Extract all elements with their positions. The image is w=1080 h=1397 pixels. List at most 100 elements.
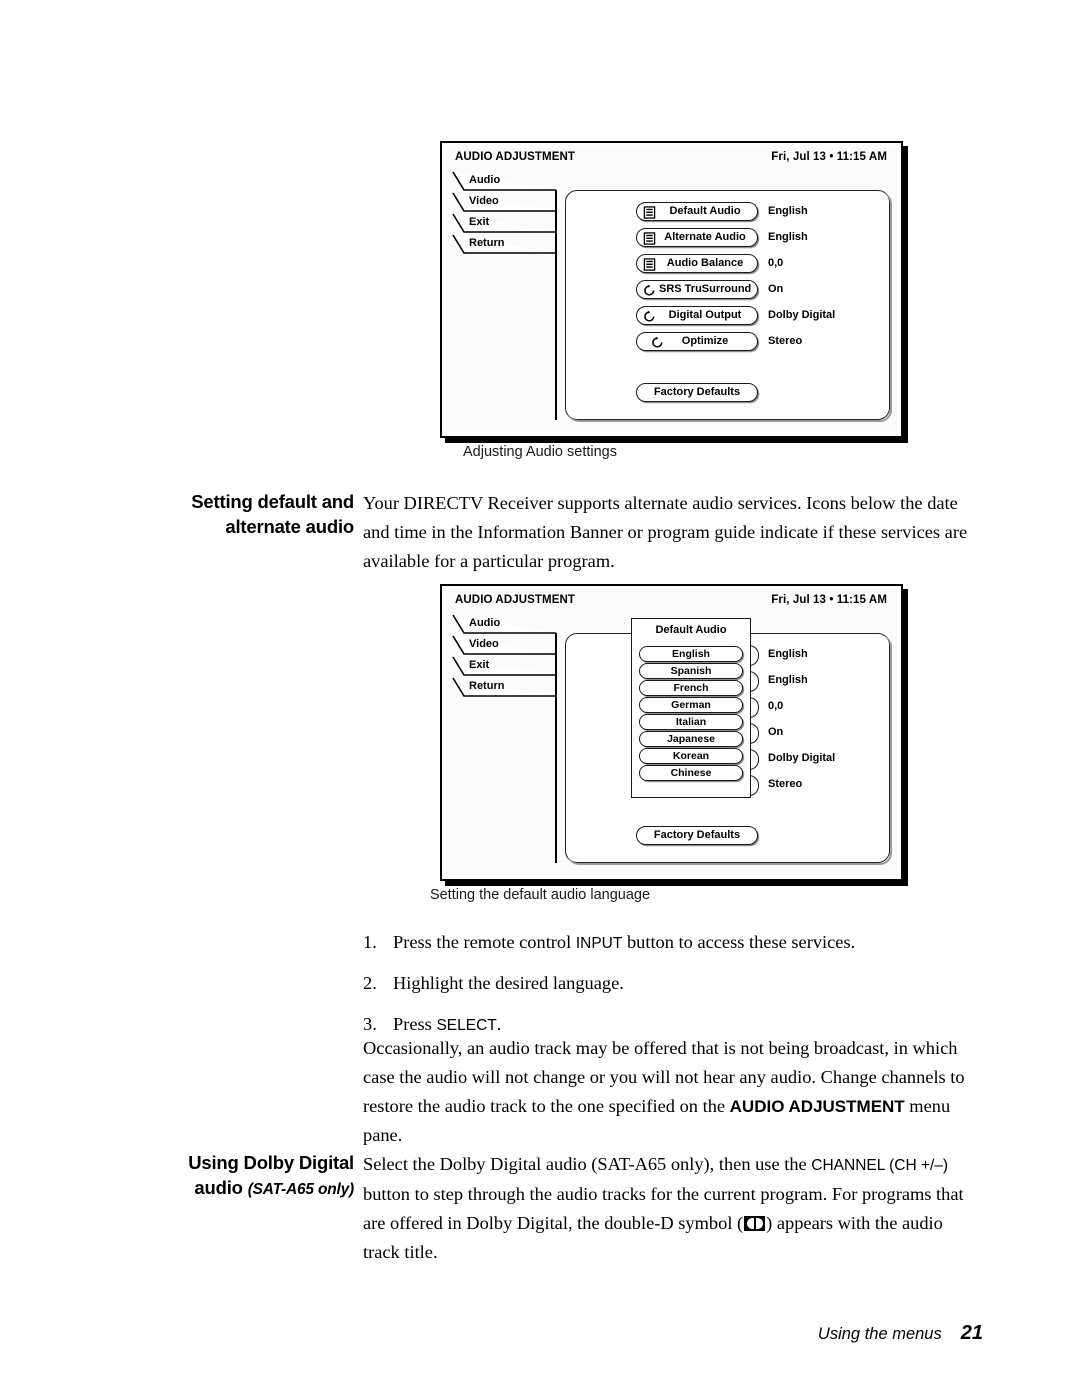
list-item: 2. Highlight the desired language. xyxy=(363,969,983,999)
dropdown-option-italian[interactable]: Italian xyxy=(639,714,743,730)
para-key-channel: CHANNEL (CH +/–) xyxy=(811,1157,949,1174)
dropdown-option-label: Chinese xyxy=(670,767,712,779)
screen-title: AUDIO ADJUSTMENT xyxy=(455,151,576,163)
note-paragraph: Occasionally, an audio track may be offe… xyxy=(363,1034,983,1150)
step-key: SELECT xyxy=(436,1017,497,1034)
setting-button-label: Optimize xyxy=(681,335,729,347)
factory-defaults-label: Factory Defaults xyxy=(653,829,741,841)
setting-button-label: Alternate Audio xyxy=(664,231,746,243)
heading-line-2-note: (SAT-A65 only) xyxy=(247,1181,354,1198)
factory-defaults-button[interactable]: Factory Defaults xyxy=(636,383,758,402)
heading-line-2: audio xyxy=(194,1177,243,1198)
tab-column-divider xyxy=(555,190,557,420)
setting-value-audio-balance: 0,0 xyxy=(768,257,784,269)
dropdown-option-label: French xyxy=(673,682,709,694)
tab-exit[interactable]: Exit xyxy=(452,213,556,233)
setting-value-optimize: Stereo xyxy=(768,778,803,790)
tab-shape-icon xyxy=(452,192,556,212)
setting-button-alternate-audio[interactable]: Alternate Audio xyxy=(636,228,758,247)
setting-value-alternate-audio: English xyxy=(768,674,808,686)
para-part-1: Select the Dolby Digital audio (SAT-A65 … xyxy=(363,1154,812,1174)
steps-list: 1. Press the remote control INPUT button … xyxy=(363,928,983,1051)
step-key: INPUT xyxy=(575,935,623,952)
note-text-bold: AUDIO ADJUSTMENT xyxy=(729,1097,905,1116)
audio-adjustment-screen-2: AUDIO ADJUSTMENT Fri, Jul 13 • 11:15 AM … xyxy=(440,584,903,881)
page-footer: Using the menus 21 xyxy=(818,1322,983,1345)
tab-label: Video xyxy=(469,638,499,650)
heading-line-1: Setting default and xyxy=(191,491,354,512)
tab-label: Exit xyxy=(469,659,490,671)
tab-shape-icon xyxy=(452,635,556,655)
screen-datetime: Fri, Jul 13 • 11:15 AM xyxy=(771,151,887,163)
setting-value-alternate-audio: English xyxy=(768,231,808,243)
dropdown-option-label: Spanish xyxy=(670,665,712,677)
tab-label: Audio xyxy=(469,617,501,629)
tab-column-divider xyxy=(555,633,557,863)
setting-button-optimize[interactable]: Optimize xyxy=(636,332,758,351)
menu-tab-list-2: Audio Video Exit Return xyxy=(452,614,556,698)
tab-label: Audio xyxy=(469,174,501,186)
heading-line-2: alternate audio xyxy=(225,516,354,537)
dropdown-option-french[interactable]: French xyxy=(639,680,743,696)
setting-value-srs-trusurround: On xyxy=(768,283,784,295)
tab-return[interactable]: Return xyxy=(452,677,556,697)
setting-button-label: SRS TruSurround xyxy=(659,283,752,295)
step-text-pre: Press xyxy=(393,1014,437,1034)
default-audio-language-dropdown[interactable]: Default Audio English Spanish French Ger… xyxy=(631,618,751,798)
figure-1-caption: Adjusting Audio settings xyxy=(463,444,617,460)
factory-defaults-button[interactable]: Factory Defaults xyxy=(636,826,758,845)
tab-return[interactable]: Return xyxy=(452,234,556,254)
dropdown-option-label: German xyxy=(671,699,711,711)
section-2-paragraph: Select the Dolby Digital audio (SAT-A65 … xyxy=(363,1150,983,1267)
section-1-paragraph: Your DIRECTV Receiver supports alternate… xyxy=(363,493,968,571)
setting-value-digital-output: Dolby Digital xyxy=(768,752,836,764)
dropdown-option-japanese[interactable]: Japanese xyxy=(639,731,743,747)
setting-value-srs-trusurround: On xyxy=(768,726,784,738)
tab-audio[interactable]: Audio xyxy=(452,614,556,634)
screen-inner-bezel: AUDIO ADJUSTMENT Fri, Jul 13 • 11:15 AM … xyxy=(446,590,897,875)
setting-button-label: Digital Output xyxy=(668,309,742,321)
footer-label: Using the menus xyxy=(817,1325,942,1343)
step-text-post: . xyxy=(496,1014,502,1034)
dropdown-option-label: Italian xyxy=(675,716,707,728)
tab-shape-icon xyxy=(452,171,556,191)
setting-value-optimize: Stereo xyxy=(768,335,803,347)
screen-titlebar-2: AUDIO ADJUSTMENT Fri, Jul 13 • 11:15 AM xyxy=(446,590,897,612)
dropdown-option-german[interactable]: German xyxy=(639,697,743,713)
tab-label: Return xyxy=(469,237,505,249)
setting-value-digital-output: Dolby Digital xyxy=(768,309,836,321)
tab-shape-icon xyxy=(452,213,556,233)
dropdown-option-chinese[interactable]: Chinese xyxy=(639,765,743,781)
page-number: 21 xyxy=(960,1322,983,1344)
tab-audio[interactable]: Audio xyxy=(452,171,556,191)
setting-button-digital-output[interactable]: Digital Output xyxy=(636,306,758,325)
factory-defaults-label: Factory Defaults xyxy=(653,386,741,398)
tab-label: Exit xyxy=(469,216,490,228)
setting-button-audio-balance[interactable]: Audio Balance xyxy=(636,254,758,273)
setting-button-default-audio[interactable]: Default Audio xyxy=(636,202,758,221)
screen-title: AUDIO ADJUSTMENT xyxy=(455,594,576,606)
tab-video[interactable]: Video xyxy=(452,192,556,212)
tab-exit[interactable]: Exit xyxy=(452,656,556,676)
list-icon xyxy=(643,206,656,219)
list-icon xyxy=(643,258,656,271)
dropdown-title: Default Audio xyxy=(655,624,727,636)
figure-2-caption: Setting the default audio language xyxy=(429,887,651,903)
dolby-double-d-icon xyxy=(744,1216,766,1231)
tab-shape-icon xyxy=(452,614,556,634)
step-text-post: button to access these services. xyxy=(622,932,856,952)
cycle-icon xyxy=(644,284,655,296)
dropdown-option-label: Korean xyxy=(672,750,710,762)
dropdown-option-spanish[interactable]: Spanish xyxy=(639,663,743,679)
step-text-pre: Highlight the desired language. xyxy=(393,973,624,993)
step-text-pre: Press the remote control xyxy=(393,932,576,952)
tab-shape-icon xyxy=(452,656,556,676)
dropdown-option-english[interactable]: English xyxy=(639,646,743,662)
setting-value-audio-balance: 0,0 xyxy=(768,700,784,712)
audio-adjustment-screen-1: AUDIO ADJUSTMENT Fri, Jul 13 • 11:15 AM … xyxy=(440,141,903,438)
step-number: 1. xyxy=(363,932,377,952)
dropdown-option-korean[interactable]: Korean xyxy=(639,748,743,764)
setting-button-srs-trusurround[interactable]: SRS TruSurround xyxy=(636,280,758,299)
tab-video[interactable]: Video xyxy=(452,635,556,655)
setting-button-label: Default Audio xyxy=(669,205,741,217)
